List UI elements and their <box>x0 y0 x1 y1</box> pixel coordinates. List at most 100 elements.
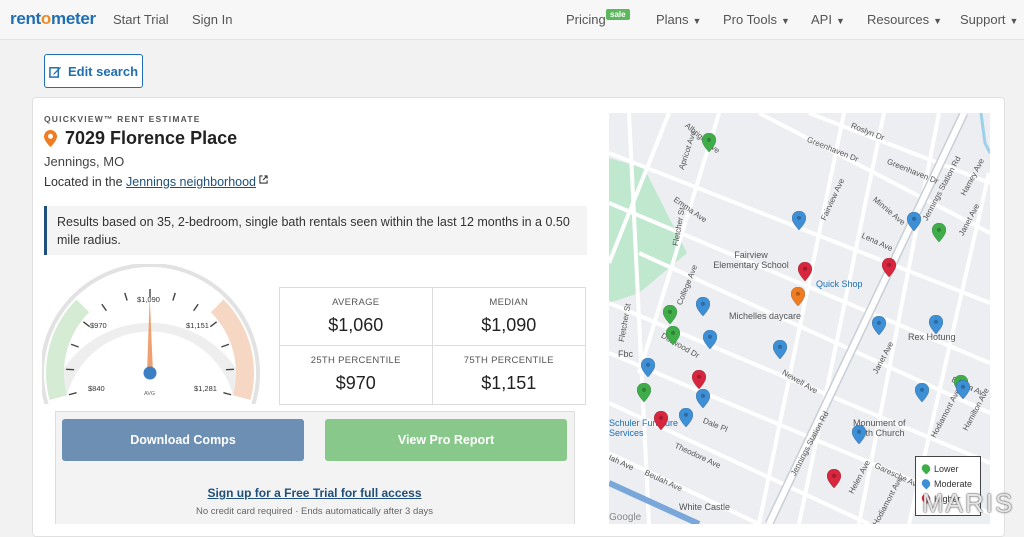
gauge-label-p25: $970 <box>90 321 107 330</box>
rental-pin-higher[interactable] <box>654 411 668 430</box>
rental-pin-moderate[interactable] <box>907 212 921 231</box>
view-pro-report-button[interactable]: View Pro Report <box>325 419 567 461</box>
rental-pin-moderate[interactable] <box>929 315 943 334</box>
stat-average: AVERAGE $1,060 <box>280 288 433 346</box>
rental-pin-higher[interactable] <box>798 262 812 281</box>
nav-api[interactable]: API▼ <box>811 12 845 27</box>
poi-quick-shop: Quick Shop <box>816 279 863 289</box>
neighborhood-line: Located in the Jennings neighborhood <box>44 175 268 189</box>
gauge-label-p75: $1,151 <box>186 321 209 330</box>
stats-grid: AVERAGE $1,060 MEDIAN $1,090 25TH PERCEN… <box>279 287 586 405</box>
rental-pin-higher[interactable] <box>882 258 896 277</box>
rental-pin-subject[interactable] <box>791 287 805 306</box>
stat-label: 75TH PERCENTILE <box>433 355 586 366</box>
rent-gauge: $840 $970 $1,090 $1,151 $1,281 AVG <box>42 264 260 404</box>
city-state: Jennings, MO <box>44 154 124 169</box>
chevron-down-icon: ▼ <box>781 16 790 26</box>
gauge-needle <box>147 297 153 373</box>
gauge-label-median: $1,090 <box>137 295 160 304</box>
rental-pin-moderate[interactable] <box>696 389 710 408</box>
gauge-tick <box>69 393 77 395</box>
rental-pin-higher[interactable] <box>827 469 841 488</box>
nav-sign-in[interactable]: Sign In <box>192 12 232 27</box>
nav-resources[interactable]: Resources▼ <box>867 12 942 27</box>
rental-pin-moderate[interactable] <box>696 297 710 316</box>
edit-icon <box>49 65 62 78</box>
edit-search-button[interactable]: Edit search <box>44 54 143 88</box>
neighborhood-link[interactable]: Jennings neighborhood <box>126 175 256 189</box>
address-text: 7029 Florence Place <box>65 128 237 149</box>
poi-fbc: Fbc <box>618 349 633 359</box>
gauge-tick <box>125 293 127 301</box>
chevron-down-icon: ▼ <box>1010 16 1019 26</box>
chevron-down-icon: ▼ <box>933 16 942 26</box>
rental-pin-moderate[interactable] <box>956 380 970 399</box>
gauge-tick <box>102 304 107 311</box>
rental-pin-lower[interactable] <box>637 383 651 402</box>
legend-lower-label: Lower <box>934 464 959 474</box>
top-nav: rentometer Start Trial Sign In Pricing s… <box>0 0 1024 40</box>
external-link-icon <box>259 175 268 184</box>
edit-search-label: Edit search <box>68 64 138 79</box>
gauge-avg-label: AVG <box>144 391 155 397</box>
rental-pin-moderate[interactable] <box>641 358 655 377</box>
rental-pin-lower[interactable] <box>663 305 677 324</box>
rental-pin-moderate[interactable] <box>872 316 886 335</box>
poi-michelles-daycare: Michelles daycare <box>729 311 801 321</box>
chevron-down-icon: ▼ <box>836 16 845 26</box>
rental-map[interactable]: Albright Ave Apricot Ave Roslyn Dr Green… <box>609 113 990 524</box>
rental-pin-moderate[interactable] <box>792 211 806 230</box>
stat-75th-percentile: 75TH PERCENTILE $1,151 <box>433 346 586 404</box>
gauge-tick <box>210 322 216 327</box>
stat-label: MEDIAN <box>433 297 586 308</box>
rental-pin-lower[interactable] <box>932 223 946 242</box>
stat-value: $1,060 <box>280 315 432 336</box>
estimate-kicker: QUICKVIEW™ RENT ESTIMATE <box>44 114 201 124</box>
gauge-tick <box>71 344 79 347</box>
nav-pricing[interactable]: Pricing <box>566 12 606 27</box>
google-logo: Google <box>609 512 641 523</box>
gauge-tick <box>221 344 229 347</box>
stat-value: $1,151 <box>433 373 586 394</box>
no-credit-card-note: No credit card required · Ends automatic… <box>62 506 567 517</box>
rental-pin-higher[interactable] <box>692 370 706 389</box>
sale-badge: sale <box>606 9 630 20</box>
rental-pin-moderate[interactable] <box>915 383 929 402</box>
gauge-tick <box>173 293 175 301</box>
legend-lower: Lower <box>922 461 974 476</box>
stat-median: MEDIAN $1,090 <box>433 288 586 346</box>
rentometer-logo[interactable]: rentometer <box>10 9 96 29</box>
gauge-tick <box>194 304 199 311</box>
stat-label: AVERAGE <box>280 297 432 308</box>
located-prefix: Located in the <box>44 175 123 189</box>
gauge-label-min: $840 <box>88 384 105 393</box>
address-heading: 7029 Florence Place <box>44 128 237 149</box>
poi-fairview-school: Fairview Elementary School <box>711 250 791 270</box>
results-note: Results based on 35, 2-bedroom, single b… <box>44 206 587 255</box>
chevron-down-icon: ▼ <box>693 16 702 26</box>
free-trial-link[interactable]: Sign up for a Free Trial for full access <box>62 486 567 500</box>
poi-schuler-furniture: Schuler Furniture Services <box>609 418 679 438</box>
legend-lower-marker <box>920 462 932 474</box>
nav-start-trial[interactable]: Start Trial <box>113 12 169 27</box>
gauge-hub <box>144 367 157 380</box>
rental-pin-moderate[interactable] <box>852 425 866 444</box>
rental-pin-moderate[interactable] <box>773 340 787 359</box>
legend-moderate-label: Moderate <box>934 479 972 489</box>
rental-pin-moderate[interactable] <box>679 408 693 427</box>
rental-pin-lower[interactable] <box>666 326 680 345</box>
gauge-label-max: $1,281 <box>194 384 217 393</box>
stat-value: $970 <box>280 373 432 394</box>
rental-pin-moderate[interactable] <box>703 330 717 349</box>
nav-support[interactable]: Support▼ <box>960 12 1018 27</box>
stat-label: 25TH PERCENTILE <box>280 355 432 366</box>
rental-pin-lower[interactable] <box>702 133 716 152</box>
map-marker-icon <box>44 130 57 147</box>
download-comps-button[interactable]: Download Comps <box>62 419 304 461</box>
gauge-tick <box>223 393 231 395</box>
poi-white-castle: White Castle <box>679 502 730 512</box>
stat-value: $1,090 <box>433 315 586 336</box>
nav-pro-tools[interactable]: Pro Tools▼ <box>723 12 790 27</box>
maris-watermark: MARIS <box>922 488 1014 519</box>
nav-plans[interactable]: Plans▼ <box>656 12 701 27</box>
